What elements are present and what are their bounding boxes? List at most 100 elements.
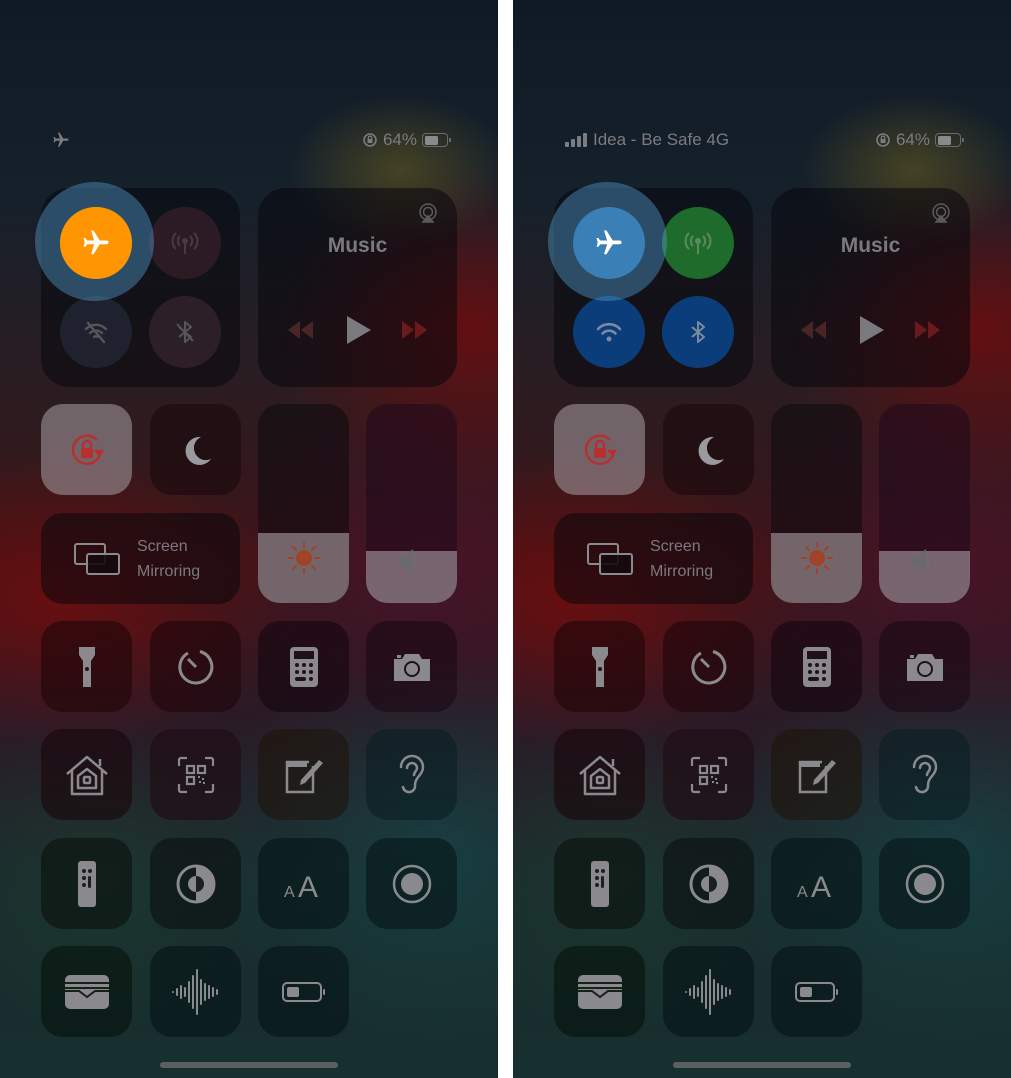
remote-icon	[590, 860, 609, 907]
fast-forward-icon[interactable]	[914, 321, 943, 339]
music-module[interactable]: Music	[258, 188, 457, 387]
qr-code-icon	[690, 756, 728, 794]
rotation-lock-icon	[875, 132, 891, 148]
status-bar-left	[52, 128, 70, 152]
music-module[interactable]: Music	[771, 188, 970, 387]
bluetooth-toggle[interactable]	[662, 296, 734, 368]
flashlight-icon	[590, 645, 610, 689]
notes-button[interactable]	[771, 729, 862, 820]
flashlight-button[interactable]	[554, 621, 645, 712]
timer-button[interactable]	[663, 621, 754, 712]
svg-text:A: A	[298, 871, 318, 899]
bluetooth-icon	[683, 317, 713, 347]
hearing-button[interactable]	[366, 729, 457, 820]
apple-tv-remote-button[interactable]	[41, 838, 132, 929]
airplane-mode-toggle-active[interactable]	[573, 207, 645, 279]
home-icon	[577, 754, 623, 796]
rotation-lock-icon	[65, 428, 109, 472]
apple-tv-remote-button[interactable]	[554, 838, 645, 929]
rotation-lock-button[interactable]	[554, 404, 645, 495]
airplay-icon[interactable]	[417, 202, 439, 224]
fast-forward-icon[interactable]	[401, 321, 430, 339]
record-icon	[391, 863, 433, 905]
camera-button[interactable]	[366, 621, 457, 712]
timer-button[interactable]	[150, 621, 241, 712]
cellular-data-toggle[interactable]	[662, 207, 734, 279]
hearing-button[interactable]	[879, 729, 970, 820]
moon-icon	[692, 433, 726, 467]
text-size-icon: AA	[284, 869, 324, 899]
battery-percent: 64%	[382, 130, 417, 149]
voice-memos-button[interactable]	[663, 946, 754, 1037]
waveform-icon	[171, 968, 221, 1016]
wifi-off-icon	[81, 317, 111, 347]
dark-mode-button[interactable]	[663, 838, 754, 929]
bluetooth-off-icon	[170, 317, 200, 347]
sun-icon	[258, 541, 349, 575]
rewind-icon[interactable]	[286, 321, 314, 339]
control-center-airplane-off: Idea - Be Safe 4G 64% Music Screen Mirro…	[513, 0, 1011, 1078]
text-size-icon: AA	[797, 869, 837, 899]
qr-code-scanner-button[interactable]	[150, 729, 241, 820]
svg-text:A: A	[797, 884, 808, 899]
screen-mirroring-label-1: Screen	[137, 537, 188, 555]
play-icon[interactable]	[345, 316, 371, 344]
voice-memos-button[interactable]	[150, 946, 241, 1037]
moon-icon	[179, 433, 213, 467]
bluetooth-toggle[interactable]	[149, 296, 221, 368]
record-icon	[904, 863, 946, 905]
status-bar-left: Idea - Be Safe 4G	[565, 128, 729, 152]
dark-mode-icon	[175, 863, 217, 905]
screen-mirroring-button[interactable]: Screen Mirroring	[554, 513, 753, 604]
airplay-icon[interactable]	[930, 202, 952, 224]
flashlight-button[interactable]	[41, 621, 132, 712]
calculator-icon	[802, 646, 831, 687]
dark-mode-button[interactable]	[150, 838, 241, 929]
do-not-disturb-button[interactable]	[663, 404, 754, 495]
divider	[498, 0, 513, 1078]
rotation-lock-icon	[362, 132, 378, 148]
screen-mirroring-icon	[73, 542, 121, 576]
screen-recording-button[interactable]	[366, 838, 457, 929]
do-not-disturb-button[interactable]	[150, 404, 241, 495]
notes-button[interactable]	[258, 729, 349, 820]
music-title: Music	[327, 234, 388, 257]
status-bar-right: 64%	[875, 128, 964, 152]
home-button[interactable]	[41, 729, 132, 820]
qr-code-scanner-button[interactable]	[663, 729, 754, 820]
camera-button[interactable]	[879, 621, 970, 712]
music-title: Music	[840, 234, 901, 257]
play-icon[interactable]	[858, 316, 884, 344]
cellular-data-toggle[interactable]	[149, 207, 221, 279]
screen-recording-button[interactable]	[879, 838, 970, 929]
wallet-icon	[577, 974, 622, 1009]
timer-icon	[176, 647, 216, 687]
volume-slider[interactable]	[879, 404, 970, 603]
rotation-lock-button[interactable]	[41, 404, 132, 495]
screen-mirroring-button[interactable]: Screen Mirroring	[41, 513, 240, 604]
wifi-toggle[interactable]	[60, 296, 132, 368]
brightness-slider[interactable]	[258, 404, 349, 603]
home-indicator[interactable]	[673, 1062, 851, 1068]
calculator-button[interactable]	[771, 621, 862, 712]
home-indicator[interactable]	[160, 1062, 338, 1068]
calculator-button[interactable]	[258, 621, 349, 712]
low-power-mode-button[interactable]	[771, 946, 862, 1037]
low-power-mode-button[interactable]	[258, 946, 349, 1037]
airplane-mode-toggle-active[interactable]	[60, 207, 132, 279]
wifi-toggle[interactable]	[573, 296, 645, 368]
airplane-icon	[81, 228, 111, 258]
waveform-icon	[684, 968, 734, 1016]
brightness-slider[interactable]	[771, 404, 862, 603]
home-button[interactable]	[554, 729, 645, 820]
volume-slider[interactable]	[366, 404, 457, 603]
wallet-button[interactable]	[41, 946, 132, 1037]
text-size-button[interactable]: AA	[771, 838, 862, 929]
rewind-icon[interactable]	[799, 321, 827, 339]
battery-percent: 64%	[895, 130, 930, 149]
qr-code-icon	[177, 756, 215, 794]
text-size-button[interactable]: AA	[258, 838, 349, 929]
wallet-button[interactable]	[554, 946, 645, 1037]
screen-mirroring-icon	[586, 542, 634, 576]
battery-icon	[935, 133, 964, 147]
